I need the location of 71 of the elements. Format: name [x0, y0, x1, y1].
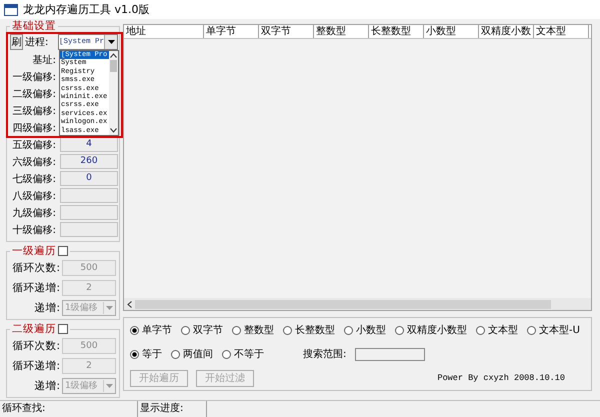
radio-button[interactable]	[130, 326, 139, 335]
radio-button[interactable]	[130, 350, 139, 359]
caret-icon	[106, 384, 113, 388]
refresh-button[interactable]: 刷	[10, 34, 23, 50]
app-window-icon	[4, 4, 18, 16]
field-label: 五级偏移:	[12, 138, 56, 152]
column-header[interactable]: 整数型	[314, 25, 369, 38]
column-header[interactable]: 双精度小数	[479, 25, 534, 38]
column-header[interactable]: 长整数型	[369, 25, 424, 38]
field-label: 基址:	[32, 54, 56, 67]
field-label: 七级偏移:	[12, 172, 56, 186]
radio-button[interactable]	[283, 326, 292, 335]
radio-label[interactable]: 长整数型	[295, 323, 335, 338]
radio-label[interactable]: 两值间	[183, 347, 213, 362]
radio-label[interactable]: 小数型	[356, 323, 386, 338]
column-header[interactable]: 文本型	[534, 25, 589, 38]
radio-button[interactable]	[181, 326, 190, 335]
scrollbar[interactable]	[109, 51, 118, 135]
field-label: 递增:	[33, 300, 60, 315]
field-label: 循环次数:	[11, 339, 60, 354]
radio-label[interactable]: 双精度小数型	[407, 323, 467, 338]
radio-label[interactable]: 双字节	[193, 323, 223, 338]
radio-button[interactable]	[527, 326, 536, 335]
radio-button[interactable]	[171, 350, 180, 359]
radio-button[interactable]	[476, 326, 485, 335]
scroll-thumb[interactable]	[110, 60, 117, 72]
field-label: 十级偏移:	[12, 224, 56, 237]
radio-label[interactable]: 等于	[142, 347, 162, 362]
field-label: 九级偏移:	[12, 206, 56, 220]
caret-icon	[108, 40, 114, 44]
field-label: 八级偏移:	[12, 190, 56, 203]
field-label: 六级偏移:	[12, 156, 56, 169]
field-label: 搜索范围:	[303, 348, 346, 362]
offset-field[interactable]	[60, 222, 118, 238]
field-label: 进程:	[25, 36, 48, 50]
field-label: 递增:	[33, 378, 60, 393]
field-label: 循环递增:	[11, 358, 60, 373]
radio-button[interactable]	[344, 326, 353, 335]
status-pane: 显示进度:	[138, 401, 207, 417]
offset-field[interactable]: 4	[60, 137, 118, 152]
field-label: 一级偏移:	[12, 70, 56, 84]
radio-label[interactable]: 文本型-U	[539, 323, 580, 338]
search-range-field[interactable]	[355, 348, 426, 361]
radio-button[interactable]	[232, 326, 241, 335]
column-header[interactable]: 双字节	[259, 25, 314, 38]
offset-field[interactable]: 260	[60, 154, 118, 170]
caret-icon	[106, 306, 113, 310]
column-header[interactable]: 地址	[124, 25, 204, 38]
radio-button[interactable]	[395, 326, 404, 335]
horizontal-scrollbar[interactable]	[124, 298, 591, 310]
group-title: 一级遍历	[12, 244, 56, 258]
radio-label[interactable]: 不等于	[234, 347, 264, 362]
field-label: 二级偏移:	[12, 88, 56, 101]
field-label: 四级偏移:	[12, 122, 56, 135]
column-header[interactable]: 小数型	[424, 25, 479, 38]
radio-button[interactable]	[222, 350, 231, 359]
column-header[interactable]: 单字节	[204, 25, 259, 38]
radio-label[interactable]: 整数型	[244, 323, 274, 338]
credit-text: Power By cxyzh 2008.10.10	[437, 373, 565, 384]
radio-label[interactable]: 单字节	[142, 323, 172, 338]
group-title: 二级遍历	[12, 322, 56, 336]
field-label: 三级偏移:	[12, 104, 56, 118]
offset-field[interactable]	[60, 205, 118, 220]
window-title: 龙龙内存遍历工具 v1.0版	[23, 2, 150, 18]
field-label: 循环次数:	[11, 261, 60, 276]
offset-field[interactable]	[60, 188, 118, 204]
field-label: 循环递增:	[11, 280, 60, 295]
radio-label[interactable]: 文本型	[488, 323, 518, 338]
group-title: 基础设置	[11, 19, 57, 34]
status-pane: 循环查找:	[0, 401, 138, 417]
offset-field[interactable]: 0	[60, 171, 118, 186]
